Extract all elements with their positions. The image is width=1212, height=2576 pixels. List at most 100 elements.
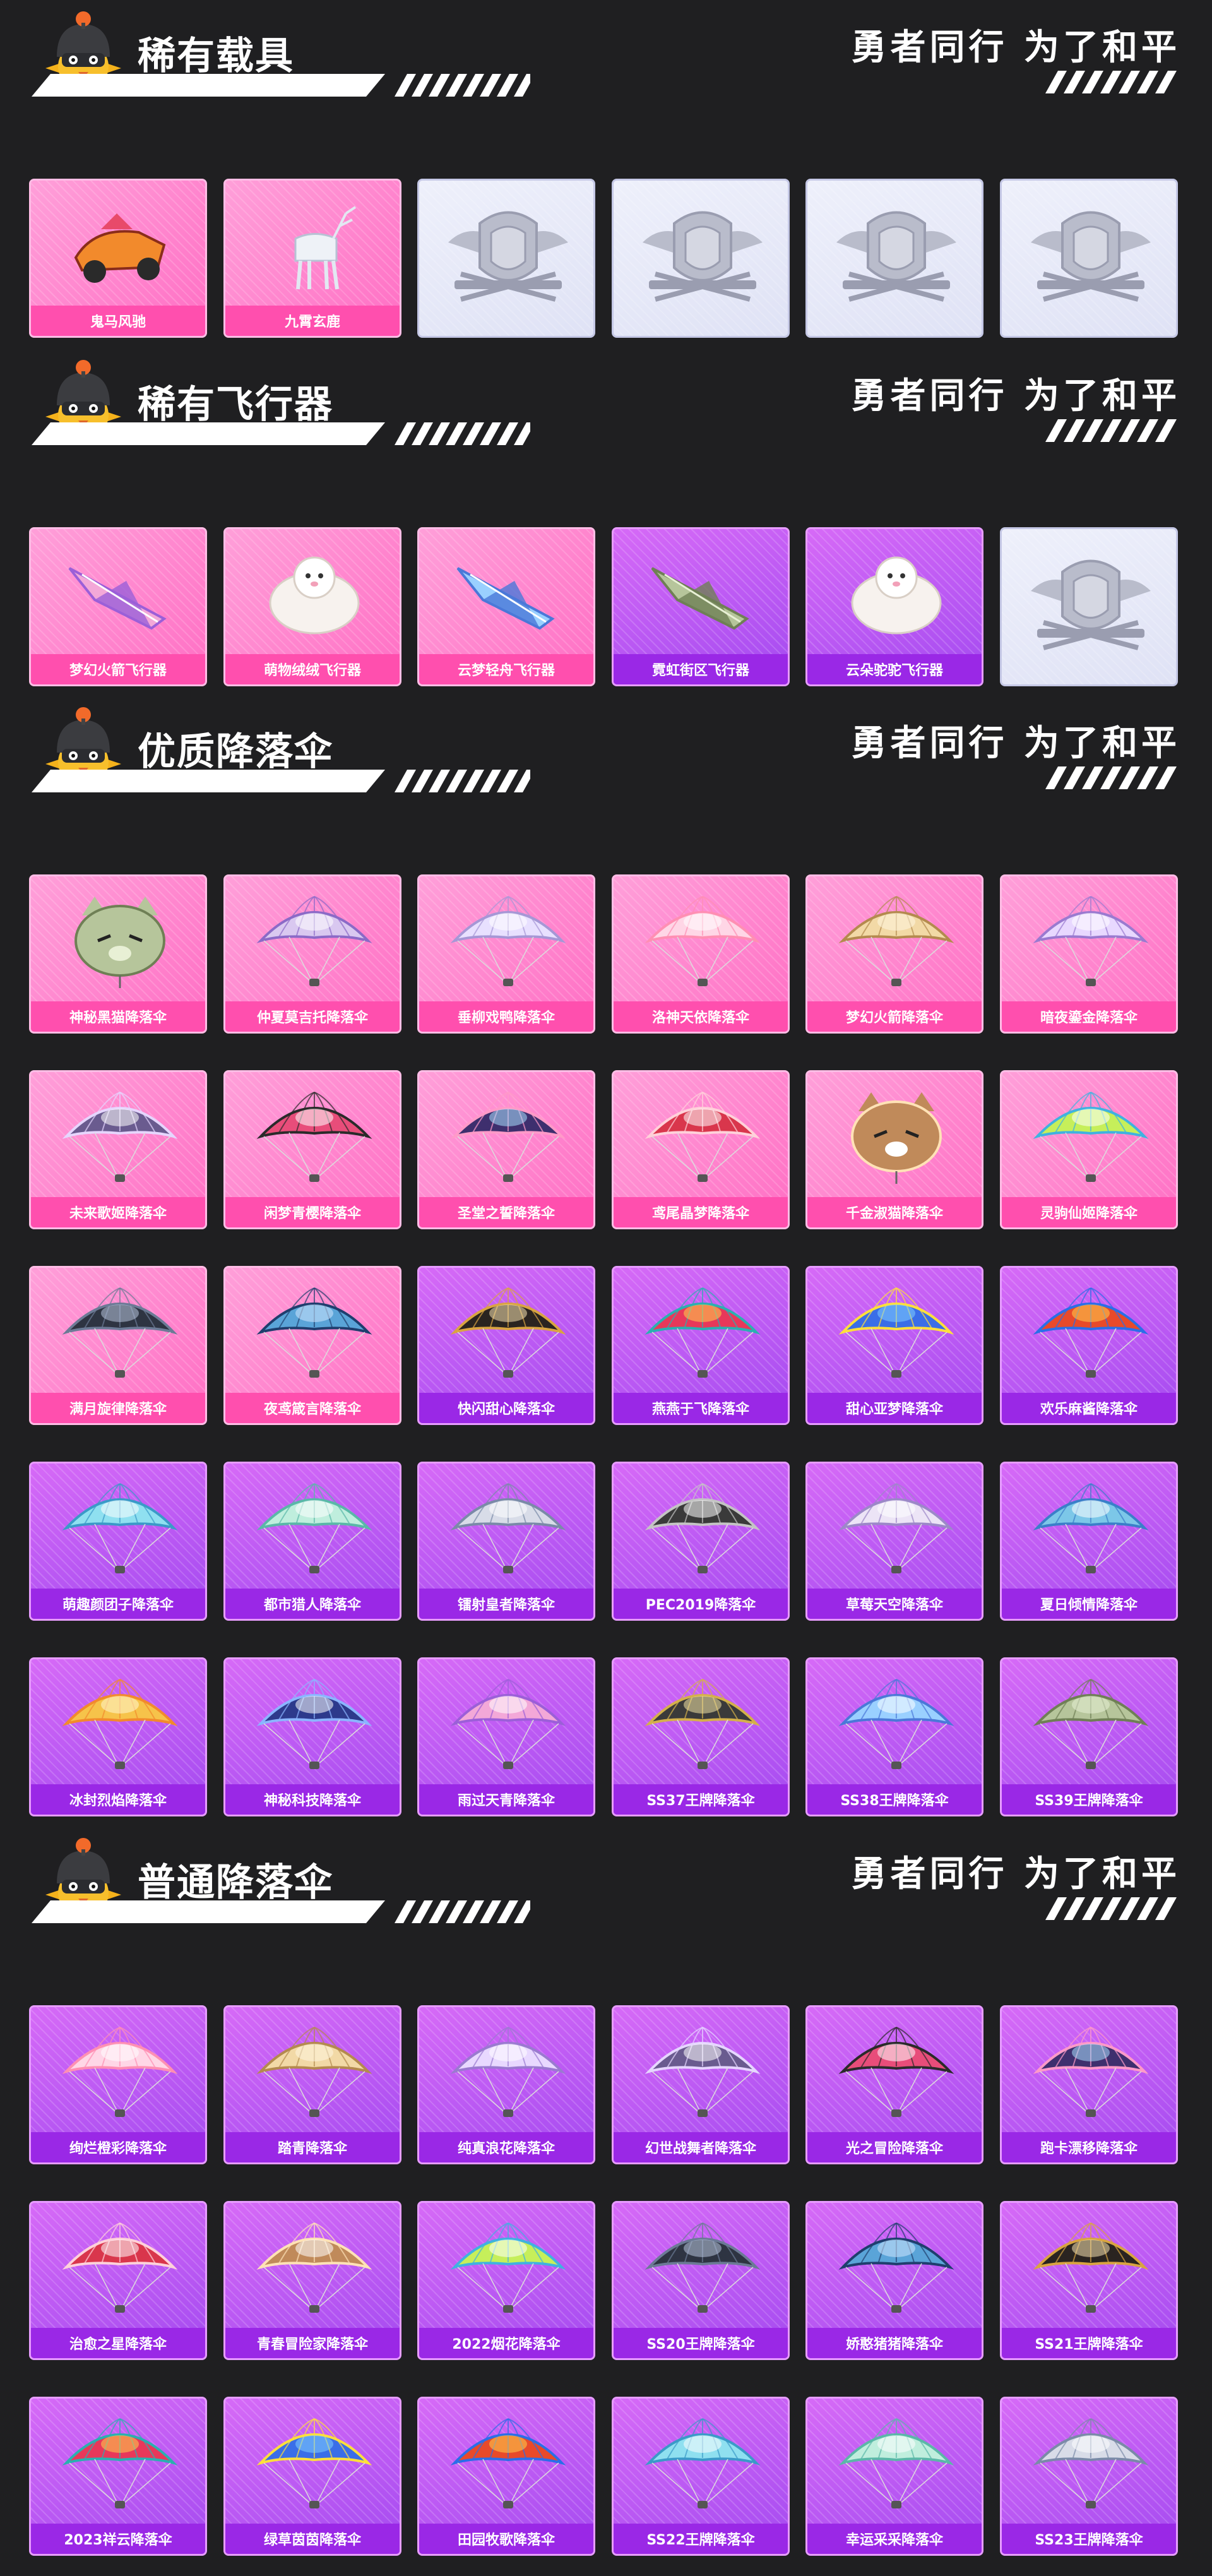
reward-card[interactable]: 甜心亚梦降落伞 xyxy=(805,1266,983,1425)
reward-card[interactable]: 雨过天青降落伞 xyxy=(417,1657,595,1816)
reward-card[interactable]: 圣堂之誓降落伞 xyxy=(417,1070,595,1229)
reward-card[interactable]: SS21王牌降落伞 xyxy=(1000,2201,1178,2360)
vehicle-icon xyxy=(74,213,166,283)
reward-label: 千金淑猫降落伞 xyxy=(807,1197,982,1227)
reward-card[interactable]: 霓虹街区飞行器 xyxy=(612,527,790,686)
parachute-icon xyxy=(256,1679,372,1769)
parachute-icon xyxy=(645,2418,761,2508)
reward-card[interactable]: 灵驹仙姬降落伞 xyxy=(1000,1070,1178,1229)
reward-label: 闲梦青樱降落伞 xyxy=(225,1197,400,1227)
reward-card[interactable]: 未来歌姬降落伞 xyxy=(29,1070,207,1229)
reward-card[interactable]: SS38王牌降落伞 xyxy=(805,1657,983,1816)
reward-card[interactable]: 萌物绒绒飞行器 xyxy=(223,527,401,686)
alpaca-glider-icon xyxy=(851,556,942,635)
reward-card[interactable]: 草莓天空降落伞 xyxy=(805,1462,983,1621)
reward-card[interactable]: 梦幻火箭降落伞 xyxy=(805,874,983,1034)
pubg-emblem-icon xyxy=(643,211,763,302)
reward-label: 神秘科技降落伞 xyxy=(225,1784,400,1815)
reward-card[interactable]: 垂柳戏鸭降落伞 xyxy=(417,874,595,1034)
reward-label: SS39王牌降落伞 xyxy=(1002,1784,1176,1815)
parachute-icon xyxy=(62,2222,178,2313)
reward-card[interactable]: 镭射皇者降落伞 xyxy=(417,1462,595,1621)
reward-label: 夜鸢箴言降落伞 xyxy=(225,1393,400,1423)
parachute-icon xyxy=(645,896,761,986)
reward-card[interactable]: 幸运采采降落伞 xyxy=(805,2397,983,2556)
reward-label: 洛神天依降落伞 xyxy=(614,1001,788,1032)
reward-card[interactable]: 夜鸢箴言降落伞 xyxy=(223,1266,401,1425)
reward-card[interactable]: 绿草茵茵降落伞 xyxy=(223,2397,401,2556)
reward-card[interactable]: 治愈之星降落伞 xyxy=(29,2201,207,2360)
reward-card[interactable]: 2022烟花降落伞 xyxy=(417,2201,595,2360)
parachute-icon xyxy=(838,2027,954,2117)
parachute-icon xyxy=(1033,1483,1149,1573)
reward-card[interactable]: 纯真浪花降落伞 xyxy=(417,2005,595,2164)
reward-card[interactable]: 都市猎人降落伞 xyxy=(223,1462,401,1621)
reward-card[interactable]: SS37王牌降落伞 xyxy=(612,1657,790,1816)
reward-card[interactable]: 满月旋律降落伞 xyxy=(29,1266,207,1425)
section-header: 稀有飞行器 勇者同行 为了和平 xyxy=(0,349,1212,456)
reward-card[interactable]: SS22王牌降落伞 xyxy=(612,2397,790,2556)
reward-card[interactable]: 仲夏莫吉托降落伞 xyxy=(223,874,401,1034)
reward-card[interactable]: 冰封烈焰降落伞 xyxy=(29,1657,207,1816)
reward-card[interactable]: 九霄玄鹿 xyxy=(223,179,401,338)
reward-card[interactable]: PEC2019降落伞 xyxy=(612,1462,790,1621)
reward-label: 青春冒险家降落伞 xyxy=(225,2328,400,2358)
reward-label: 绚烂橙彩降落伞 xyxy=(31,2132,205,2162)
reward-card[interactable]: 踏青降落伞 xyxy=(223,2005,401,2164)
reward-card[interactable]: 2023祥云降落伞 xyxy=(29,2397,207,2556)
reward-label: 镭射皇者降落伞 xyxy=(419,1589,593,1619)
reward-label: SS37王牌降落伞 xyxy=(614,1784,788,1815)
slogan-text: 勇者同行 为了和平 xyxy=(851,27,1180,68)
reward-card[interactable]: 暗夜鎏金降落伞 xyxy=(1000,874,1178,1034)
reward-card[interactable]: 田园牧歌降落伞 xyxy=(417,2397,595,2556)
reward-card[interactable]: SS39王牌降落伞 xyxy=(1000,1657,1178,1816)
reward-card[interactable]: 神秘科技降落伞 xyxy=(223,1657,401,1816)
reward-label: 灵驹仙姬降落伞 xyxy=(1002,1197,1176,1227)
reward-card[interactable]: 青春冒险家降落伞 xyxy=(223,2201,401,2360)
paper-plane-icon xyxy=(651,567,749,630)
parachute-icon xyxy=(62,2027,178,2117)
parachute-icon xyxy=(256,2027,372,2117)
reward-label: 娇憨猪猪降落伞 xyxy=(807,2328,982,2358)
reward-card[interactable]: 闲梦青樱降落伞 xyxy=(223,1070,401,1229)
reward-card[interactable]: 绚烂橙彩降落伞 xyxy=(29,2005,207,2164)
reward-card[interactable]: 燕燕于飞降落伞 xyxy=(612,1266,790,1425)
reward-label: 田园牧歌降落伞 xyxy=(419,2524,593,2554)
reward-label: SS23王牌降落伞 xyxy=(1002,2524,1176,2554)
reward-card[interactable]: 梦幻火箭飞行器 xyxy=(29,527,207,686)
reward-card[interactable]: 跑卡漂移降落伞 xyxy=(1000,2005,1178,2164)
cat-parachute-icon xyxy=(74,897,165,988)
slogan-text: 勇者同行 为了和平 xyxy=(851,1854,1180,1895)
title-stripe-bar xyxy=(32,1900,530,1923)
reward-card[interactable]: 神秘黑猫降落伞 xyxy=(29,874,207,1034)
parachute-icon xyxy=(1033,2418,1149,2508)
empty-slot-card xyxy=(1000,527,1178,686)
reward-card[interactable]: 欢乐麻酱降落伞 xyxy=(1000,1266,1178,1425)
title-stripe-bar xyxy=(32,74,530,97)
reward-card[interactable]: 鬼马风驰 xyxy=(29,179,207,338)
reward-card[interactable]: 幻世战舞者降落伞 xyxy=(612,2005,790,2164)
reward-card[interactable]: 洛神天依降落伞 xyxy=(612,874,790,1034)
reward-label: SS22王牌降落伞 xyxy=(614,2524,788,2554)
reward-catalog-page: 稀有载具 勇者同行 为了和平 鬼马风驰 九霄玄鹿 稀有飞行器 勇者同行 为了和平 梦幻火箭飞… xyxy=(0,0,1212,2576)
reward-card[interactable]: SS23王牌降落伞 xyxy=(1000,2397,1178,2556)
reward-card[interactable]: 夏日倾情降落伞 xyxy=(1000,1462,1178,1621)
reward-card[interactable]: 快闪甜心降落伞 xyxy=(417,1266,595,1425)
reward-card[interactable]: 千金淑猫降落伞 xyxy=(805,1070,983,1229)
deer-vehicle-icon xyxy=(294,206,357,290)
reward-card[interactable]: 光之冒险降落伞 xyxy=(805,2005,983,2164)
empty-slot-card xyxy=(1000,179,1178,338)
section-4: 普通降落伞 勇者同行 为了和平 绚烂橙彩降落伞 踏青降落伞 纯真浪花降落伞 幻世战舞者降落… xyxy=(0,1827,1212,2556)
parachute-icon xyxy=(645,2222,761,2313)
reward-card[interactable]: 云朵驼驼飞行器 xyxy=(805,527,983,686)
reward-card[interactable]: 云梦轻舟飞行器 xyxy=(417,527,595,686)
reward-label: 夏日倾情降落伞 xyxy=(1002,1589,1176,1619)
reward-card[interactable]: 娇憨猪猪降落伞 xyxy=(805,2201,983,2360)
parachute-icon xyxy=(838,2418,954,2508)
section-3: 优质降落伞 勇者同行 为了和平 神秘黑猫降落伞 仲夏莫吉托降落伞 垂柳戏鸭降落伞 洛神天依… xyxy=(0,696,1212,1816)
reward-card[interactable]: 鸢尾晶梦降落伞 xyxy=(612,1070,790,1229)
parachute-icon xyxy=(450,2027,566,2117)
parachute-icon xyxy=(1033,2027,1149,2117)
reward-card[interactable]: SS20王牌降落伞 xyxy=(612,2201,790,2360)
reward-card[interactable]: 萌趣颜团子降落伞 xyxy=(29,1462,207,1621)
